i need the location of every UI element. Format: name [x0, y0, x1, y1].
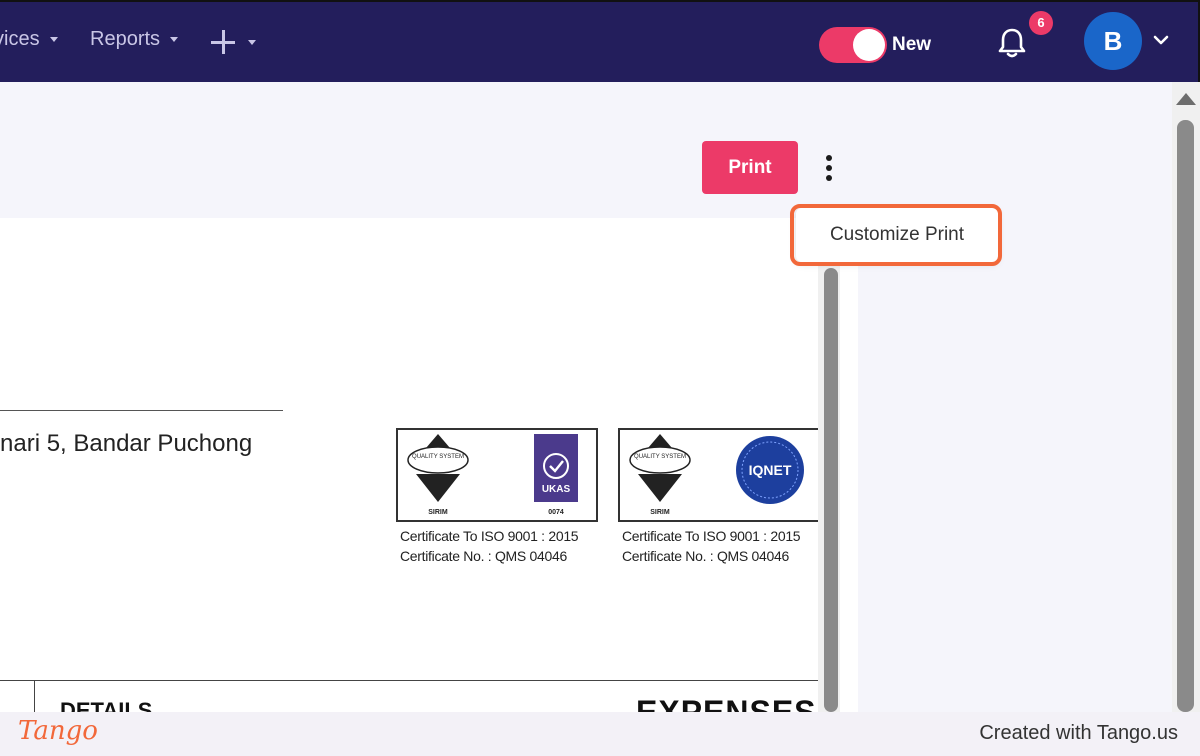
avatar[interactable]: B [1084, 12, 1142, 70]
certificate-iso-line: Certificate To ISO 9001 : 2015 [622, 528, 801, 544]
tango-credit: Created with Tango.us [979, 722, 1178, 744]
chevron-down-icon[interactable] [1152, 33, 1170, 47]
print-button[interactable]: Print [702, 141, 798, 194]
sirim-iqnet-logo-icon: QUALITY SYSTEM SIRIM IQNET [629, 434, 804, 516]
chevron-down-icon[interactable] [248, 40, 256, 45]
bell-icon[interactable] [996, 26, 1028, 60]
expenses-heading: EXPENSES [636, 694, 817, 712]
scroll-up-arrow-icon[interactable] [1176, 93, 1196, 105]
certificate-number-line: Certificate No. : QMS 04046 [622, 548, 789, 564]
certificate-number-line: Certificate No. : QMS 04046 [400, 548, 567, 564]
toggle-label: New [892, 34, 932, 55]
seal-text: QUALITY SYSTEM [634, 454, 686, 460]
plus-icon[interactable] [210, 29, 236, 55]
certificate-logo-box: QUALITY SYSTEM SIRIM UKAS 0074 [396, 428, 598, 522]
nav-item-reports[interactable]: Reports [90, 28, 179, 51]
iqnet-text: IQNET [749, 462, 792, 478]
seal-bottom-text: SIRIM [650, 509, 670, 516]
tango-logo: Tango [18, 716, 98, 746]
document-preview: nari 5, Bandar Puchong QUALITY SYSTEM SI… [0, 218, 858, 712]
nav-item-services[interactable]: vices [0, 28, 58, 51]
chevron-down-icon [170, 37, 179, 42]
certificate-iso-line: Certificate To ISO 9001 : 2015 [400, 528, 579, 544]
page-scrollbar-thumb[interactable] [1177, 120, 1194, 712]
chevron-down-icon [49, 37, 58, 42]
seal-text: QUALITY SYSTEM [412, 454, 464, 460]
sirim-ukas-logo-icon: QUALITY SYSTEM SIRIM UKAS 0074 [407, 434, 578, 516]
tango-footer: Tango Created with Tango.us [0, 712, 1200, 756]
details-heading: DETAILS [60, 698, 153, 712]
top-navigation-bar: vices Reports New 6 B [0, 0, 1200, 82]
divider [0, 680, 818, 681]
divider [34, 680, 35, 712]
menu-item-customize-print[interactable]: Customize Print [796, 208, 998, 262]
company-address: nari 5, Bandar Puchong [0, 430, 253, 457]
divider [0, 410, 283, 411]
new-ui-toggle[interactable] [819, 27, 887, 63]
notification-badge: 6 [1029, 11, 1053, 35]
document-scrollbar-thumb[interactable] [824, 268, 838, 712]
ukas-text: UKAS [542, 484, 571, 495]
ukas-number: 0074 [548, 509, 564, 516]
nav-item-label: vices [0, 28, 40, 50]
certificate-logo-box: QUALITY SYSTEM SIRIM IQNET [618, 428, 820, 522]
more-options-menu: Customize Print [796, 208, 998, 262]
nav-item-label: Reports [90, 28, 161, 50]
seal-bottom-text: SIRIM [428, 509, 448, 516]
certificate-iqnet: QUALITY SYSTEM SIRIM IQNET Certificate T… [612, 428, 820, 578]
certificate-ukas: QUALITY SYSTEM SIRIM UKAS 0074 Certifica… [390, 428, 598, 578]
toggle-knob [853, 29, 885, 61]
more-options-icon[interactable] [820, 152, 838, 184]
